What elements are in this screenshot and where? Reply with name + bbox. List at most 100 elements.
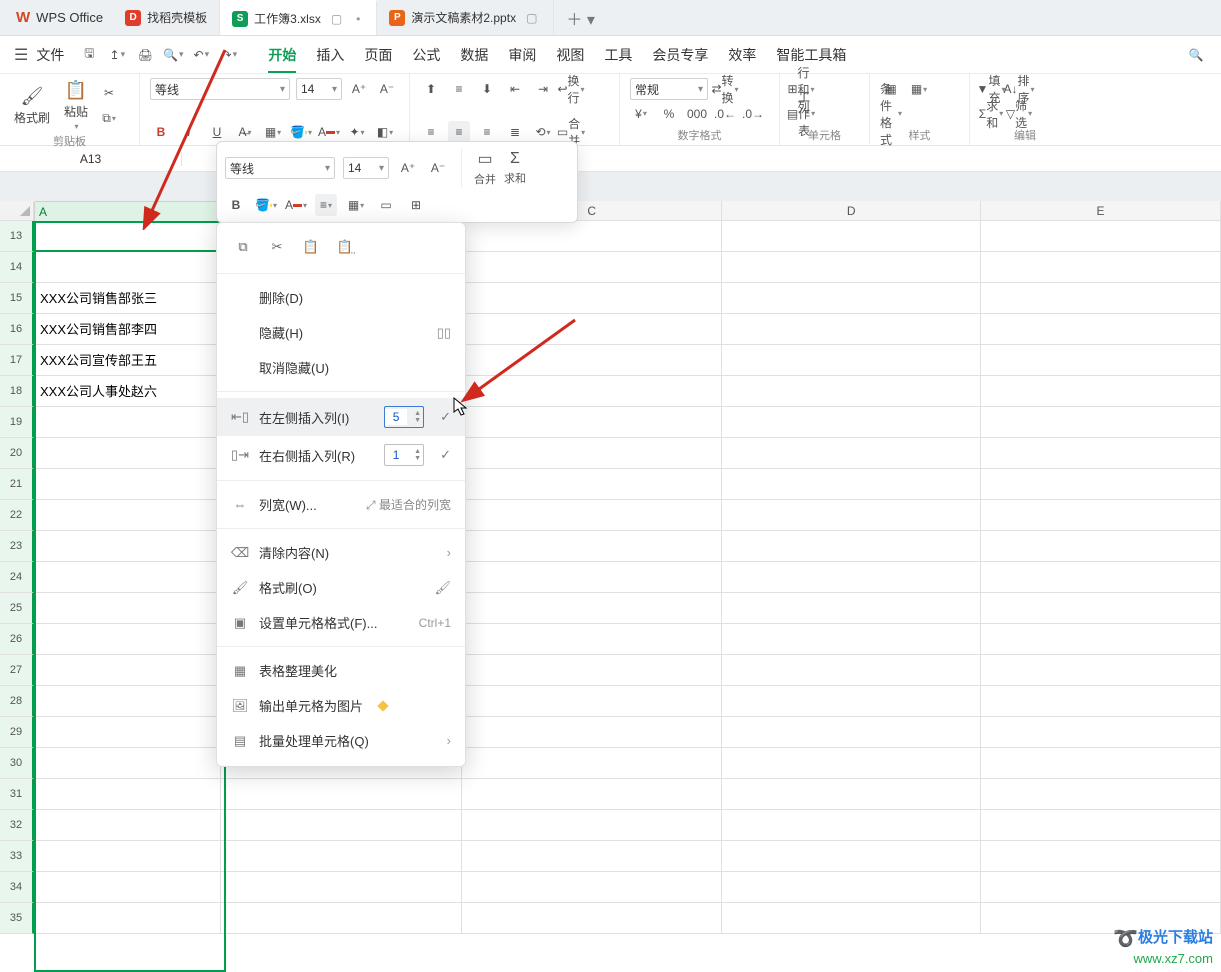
sum-button[interactable]: Σ 求和 <box>980 103 1002 125</box>
spin-down-icon[interactable]: ▼ <box>414 417 421 424</box>
border-icon[interactable]: ▦ <box>262 121 284 143</box>
cell[interactable] <box>722 748 981 779</box>
cell[interactable] <box>722 283 981 314</box>
indent-inc-icon[interactable]: ⇥ <box>532 78 554 100</box>
align-center-icon[interactable]: ≡ <box>448 121 470 143</box>
mini-shrink-font-icon[interactable]: A⁻ <box>427 157 449 179</box>
cell[interactable] <box>981 407 1221 438</box>
row-header[interactable]: 25 <box>0 593 34 624</box>
cell[interactable] <box>34 717 221 748</box>
best-width-icon[interactable]: ⤢ 最适合的列宽 <box>366 496 451 513</box>
row-header[interactable]: 18 <box>0 376 34 407</box>
cell[interactable] <box>221 903 462 934</box>
row-header[interactable]: 34 <box>0 872 34 903</box>
cell[interactable] <box>462 438 723 469</box>
cell[interactable] <box>722 717 981 748</box>
tab-restore-icon[interactable]: ▢ <box>522 11 541 25</box>
ctx-copy-icon[interactable]: ⧉ <box>233 237 253 257</box>
row-header[interactable]: 15 <box>0 283 34 314</box>
row-header[interactable]: 22 <box>0 500 34 531</box>
cell[interactable] <box>462 655 723 686</box>
cell[interactable] <box>981 345 1221 376</box>
row-header[interactable]: 27 <box>0 655 34 686</box>
strike-icon[interactable]: A̶ <box>234 121 256 143</box>
tab-home[interactable]: 开始 <box>268 45 296 73</box>
ctx-cut-icon[interactable]: ✂ <box>267 237 287 257</box>
cell[interactable] <box>34 903 221 934</box>
inc-decimal-icon[interactable]: .0← <box>714 103 736 125</box>
percent-icon[interactable]: % <box>658 103 680 125</box>
cell[interactable] <box>462 500 723 531</box>
cell[interactable] <box>462 469 723 500</box>
undo-icon[interactable]: ↶ <box>190 44 212 66</box>
row-header[interactable]: 13 <box>0 221 34 252</box>
hamburger-icon[interactable]: ☰ <box>14 45 28 65</box>
wrap-text-button[interactable]: ↩ 换行 <box>560 78 582 100</box>
cell[interactable] <box>981 841 1221 872</box>
row-header[interactable]: 20 <box>0 438 34 469</box>
cell[interactable] <box>722 624 981 655</box>
spin-down-icon[interactable]: ▼ <box>414 455 421 462</box>
confirm-check-icon[interactable]: ✓ <box>440 409 451 425</box>
insert-left-count[interactable]: ▲▼ <box>384 406 424 428</box>
align-left-icon[interactable]: ≡ <box>420 121 442 143</box>
copy-icon[interactable]: ⧉ <box>98 108 120 130</box>
cell[interactable]: XXX公司销售部张三 <box>34 283 221 314</box>
mini-font-select[interactable]: 等线▾ <box>225 157 335 179</box>
cell[interactable] <box>981 314 1221 345</box>
cell[interactable] <box>462 283 723 314</box>
spin-up-icon[interactable]: ▲ <box>414 448 421 455</box>
ctx-col-width[interactable]: ⇔列宽(W)...⤢ 最适合的列宽 <box>217 487 465 522</box>
ctx-export-img[interactable]: 🖼输出单元格为图片 <box>217 688 465 723</box>
cell[interactable] <box>462 717 723 748</box>
cell[interactable] <box>722 686 981 717</box>
cell[interactable] <box>722 469 981 500</box>
ctx-clear[interactable]: ⌫清除内容(N)› <box>217 535 465 570</box>
cell[interactable] <box>981 376 1221 407</box>
orientation-icon[interactable]: ⟲ <box>532 121 554 143</box>
mini-format-icon[interactable]: ▭ <box>375 194 397 216</box>
align-justify-icon[interactable]: ≣ <box>504 121 526 143</box>
column-header-A[interactable]: A <box>34 201 221 223</box>
redo-icon[interactable]: ↷ <box>218 44 240 66</box>
cell[interactable] <box>722 841 981 872</box>
dec-decimal-icon[interactable]: .0→ <box>742 103 764 125</box>
cell[interactable] <box>722 252 981 283</box>
row-header[interactable]: 31 <box>0 779 34 810</box>
cell[interactable] <box>462 407 723 438</box>
cell[interactable] <box>722 562 981 593</box>
cell[interactable] <box>34 562 221 593</box>
cell[interactable] <box>722 314 981 345</box>
tab-tools[interactable]: 工具 <box>604 45 632 65</box>
cell[interactable] <box>981 221 1221 252</box>
number-format-select[interactable]: 常规▾ <box>630 78 708 100</box>
tab-restore-icon[interactable]: ▢ <box>327 12 346 26</box>
ctx-beautify[interactable]: ▦表格整理美化 <box>217 653 465 688</box>
row-header[interactable]: 24 <box>0 562 34 593</box>
font-size-select[interactable]: 14▾ <box>296 78 342 100</box>
confirm-check-icon[interactable]: ✓ <box>440 447 451 463</box>
cell[interactable] <box>462 624 723 655</box>
cell[interactable] <box>462 562 723 593</box>
mini-size-select[interactable]: 14▾ <box>343 157 389 179</box>
cell[interactable] <box>34 872 221 903</box>
cell[interactable] <box>981 562 1221 593</box>
comma-icon[interactable]: 000 <box>686 103 708 125</box>
spin-up-icon[interactable]: ▲ <box>414 410 421 417</box>
cell[interactable] <box>722 500 981 531</box>
cell[interactable] <box>722 655 981 686</box>
cell[interactable]: XXX公司宣传部王五 <box>34 345 221 376</box>
mini-border-icon[interactable]: ▦ <box>345 194 367 216</box>
cell[interactable] <box>462 810 723 841</box>
cell[interactable] <box>462 314 723 345</box>
cell[interactable] <box>981 810 1221 841</box>
ctx-delete[interactable]: 删除(D) <box>217 280 465 315</box>
new-tab-button[interactable]: ＋ ▾ <box>554 0 606 35</box>
shrink-font-icon[interactable]: A⁻ <box>376 78 398 100</box>
cell[interactable] <box>34 810 221 841</box>
mini-merge-button[interactable]: ▭合并 <box>474 149 496 187</box>
row-header[interactable]: 35 <box>0 903 34 934</box>
ctx-unhide[interactable]: 取消隐藏(U) <box>217 350 465 385</box>
cell[interactable] <box>722 531 981 562</box>
ctx-cell-format[interactable]: ▣设置单元格格式(F)...Ctrl+1 <box>217 605 465 640</box>
